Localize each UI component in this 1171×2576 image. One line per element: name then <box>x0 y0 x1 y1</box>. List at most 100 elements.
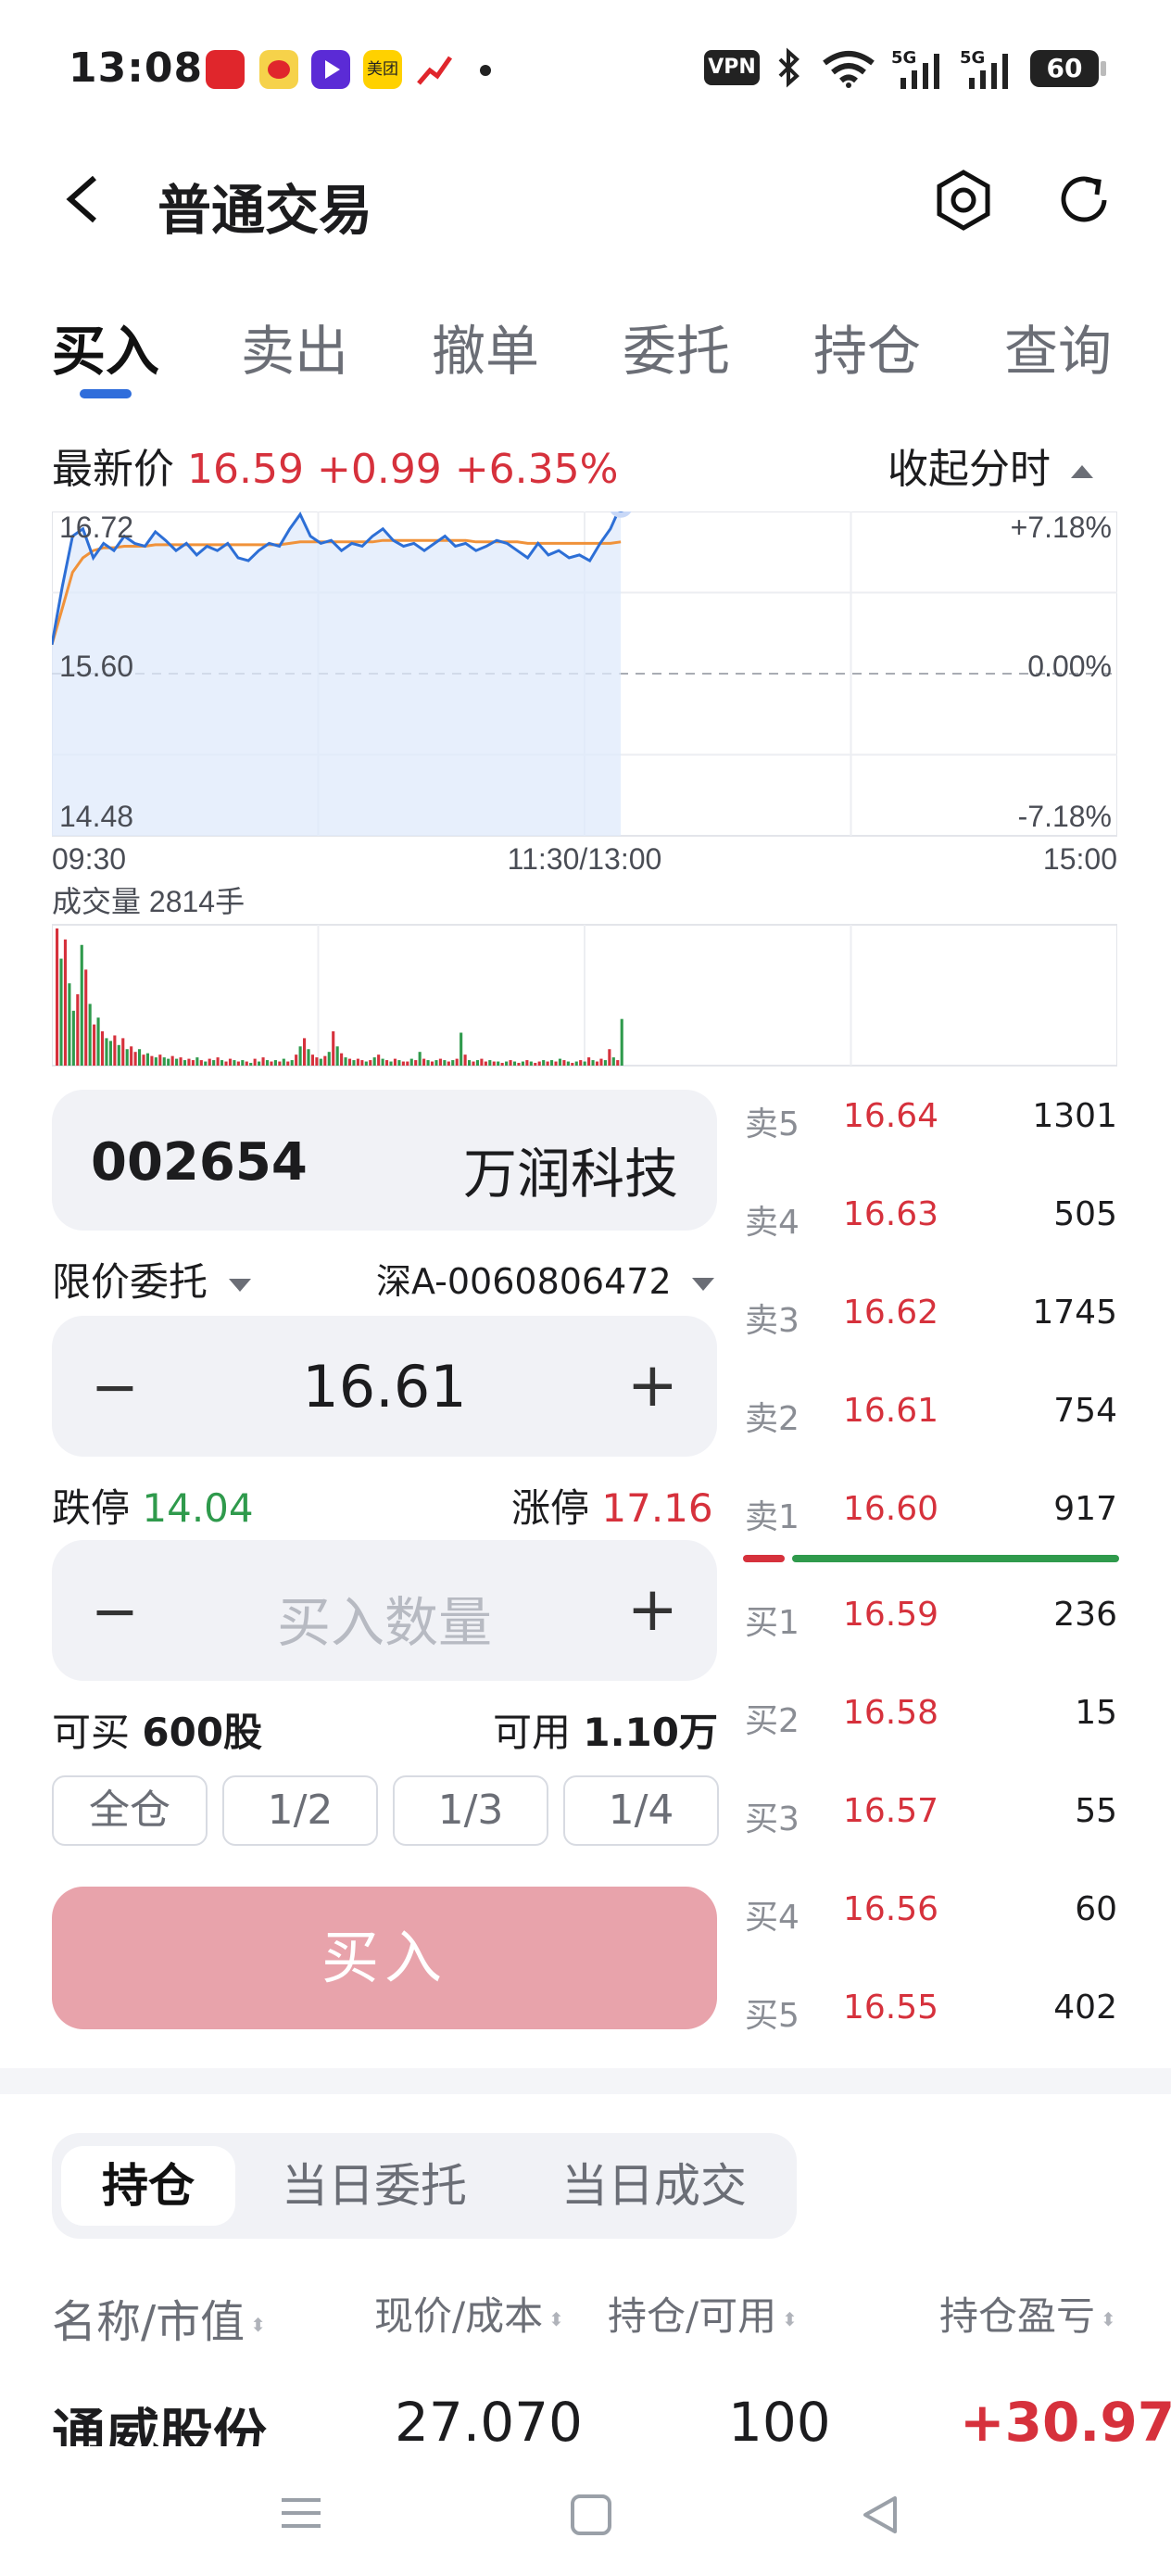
tab-orders[interactable]: 委托 <box>623 308 730 385</box>
col-qty-available[interactable]: 持仓/可用 ⬍ <box>608 2285 798 2342</box>
ask-row[interactable]: 卖1 16.60 917 <box>741 1483 1121 1538</box>
volume-bar <box>121 1038 125 1066</box>
volume-bar <box>335 1046 339 1066</box>
col-price-cost[interactable]: 现价/成本 ⬍ <box>374 2285 564 2342</box>
ask-volume: 1301 <box>1032 1097 1117 1135</box>
volume-bar <box>96 1017 100 1066</box>
limit-up: 涨停 17.16 <box>511 1477 713 1534</box>
refresh-button[interactable] <box>1052 167 1119 234</box>
volume-bar <box>59 958 63 1066</box>
volume-bar <box>100 1031 105 1066</box>
buy-button[interactable]: 买入 <box>52 1887 717 2029</box>
volume-bar <box>199 1060 203 1066</box>
home-nav-button[interactable] <box>569 2493 613 2541</box>
wifi-icon <box>821 50 876 93</box>
volume-bar <box>505 1061 509 1066</box>
ask-volume: 505 <box>1053 1195 1117 1233</box>
volume-bar <box>63 939 68 1066</box>
volume-label: 成交量 2814手 <box>52 885 245 918</box>
price-value[interactable]: 16.61 <box>52 1353 717 1421</box>
tab-query[interactable]: 查询 <box>1004 308 1112 385</box>
ask-row[interactable]: 卖2 16.61 754 <box>741 1384 1121 1440</box>
volume-bar <box>571 1063 574 1066</box>
quote-price: 16.59 <box>187 446 304 493</box>
volume-bar <box>154 1057 157 1066</box>
col-label: 持仓/可用 <box>608 2293 777 2339</box>
ask-row[interactable]: 卖5 16.64 1301 <box>741 1090 1121 1145</box>
bluetooth-icon <box>774 46 802 93</box>
volume-bar <box>241 1060 245 1066</box>
volume-bar <box>158 1054 162 1066</box>
fraction-third-button[interactable]: 1/3 <box>393 1775 548 1846</box>
app-icon-securities <box>206 50 245 89</box>
volume-bar <box>265 1060 270 1066</box>
bid-row[interactable]: 买3 16.57 55 <box>741 1785 1121 1840</box>
volume-bar <box>414 1060 418 1066</box>
order-type-select[interactable]: 限价委托 <box>52 1251 252 1307</box>
bid-row[interactable]: 买4 16.56 60 <box>741 1883 1121 1938</box>
volume-bar <box>472 1061 475 1066</box>
volume-bar <box>261 1057 265 1066</box>
volume-bar <box>340 1053 344 1066</box>
stock-selector[interactable]: 002654 万润科技 <box>52 1090 717 1231</box>
bid-volume: 55 <box>1075 1792 1117 1830</box>
bid-row[interactable]: 买2 16.58 15 <box>741 1686 1121 1742</box>
price-plus-button[interactable]: + <box>627 1349 678 1421</box>
volume-bar <box>327 1052 331 1066</box>
volume-bar <box>71 1010 75 1066</box>
price-stepper[interactable]: − 16.61 + <box>52 1316 717 1457</box>
fraction-quarter-button[interactable]: 1/4 <box>563 1775 719 1846</box>
tab-sell[interactable]: 卖出 <box>241 308 348 385</box>
account-select[interactable]: 深A-0060806472 <box>376 1253 714 1304</box>
notification-dot-icon <box>480 65 491 76</box>
ask-volume: 917 <box>1053 1490 1117 1528</box>
volume-bar <box>175 1058 179 1066</box>
intraday-chart[interactable]: 16.72 15.60 14.48 +7.18% 0.00% -7.18% 09:30 11:… <box>52 511 1117 1067</box>
back-button[interactable] <box>56 167 111 232</box>
table-row[interactable]: 通威股份 27.070 100 +30.97 <box>0 2381 1171 2446</box>
can-buy: 可买 600股 <box>52 1701 262 1758</box>
ask-label: 卖4 <box>745 1204 800 1242</box>
volume-bar <box>492 1061 496 1066</box>
menu-nav-button[interactable] <box>278 2494 324 2535</box>
fraction-half-button[interactable]: 1/2 <box>222 1775 378 1846</box>
video-icon <box>311 50 350 89</box>
tab-today-trades[interactable]: 当日成交 <box>534 2146 774 2226</box>
limit-down: 跌停 14.04 <box>52 1477 254 1534</box>
ask-row[interactable]: 卖3 16.62 1745 <box>741 1286 1121 1342</box>
volume-bar <box>88 1004 92 1066</box>
volume-bar <box>616 1060 620 1066</box>
bid-price: 16.59 <box>843 1596 939 1634</box>
volume-bar <box>537 1061 541 1066</box>
quantity-stepper[interactable]: − 买入数量 + <box>52 1540 717 1681</box>
volume-bar <box>278 1061 282 1066</box>
qty-plus-button[interactable]: + <box>627 1573 678 1645</box>
tab-cancel[interactable]: 撤单 <box>432 308 539 385</box>
tab-positions[interactable]: 持仓 <box>813 308 921 385</box>
col-pnl[interactable]: 持仓盈亏 ⬍ <box>939 2285 1116 2342</box>
volume-bar <box>93 1024 96 1066</box>
tab-holdings[interactable]: 持仓 <box>61 2146 235 2226</box>
collapse-chart-button[interactable]: 收起分时 <box>888 436 1093 495</box>
volume-bar <box>574 1061 578 1066</box>
col-name-value[interactable]: 名称/市值 ⬍ <box>52 2285 266 2350</box>
volume-bar <box>56 928 59 1066</box>
back-nav-button[interactable] <box>858 2493 902 2541</box>
ask-row[interactable]: 卖4 16.63 505 <box>741 1188 1121 1244</box>
fraction-full-button[interactable]: 全仓 <box>52 1775 208 1846</box>
volume-bar <box>286 1061 290 1066</box>
settings-button[interactable] <box>930 167 997 234</box>
bid-row[interactable]: 买5 16.55 402 <box>741 1981 1121 2037</box>
tab-buy[interactable]: 买入 <box>52 308 159 385</box>
back-arrow-icon <box>66 175 96 223</box>
volume-bar <box>550 1060 554 1066</box>
qty-input[interactable]: 买入数量 <box>52 1579 717 1657</box>
volume-bar <box>68 983 71 1066</box>
volume-bar <box>566 1061 570 1066</box>
volume-bar <box>187 1058 191 1066</box>
tab-today-orders[interactable]: 当日委托 <box>254 2146 495 2226</box>
bid-volume: 236 <box>1053 1596 1117 1634</box>
ratio-bid-fill <box>791 1555 1119 1562</box>
bid-volume: 15 <box>1075 1694 1117 1732</box>
bid-row[interactable]: 买1 16.59 236 <box>741 1588 1121 1644</box>
